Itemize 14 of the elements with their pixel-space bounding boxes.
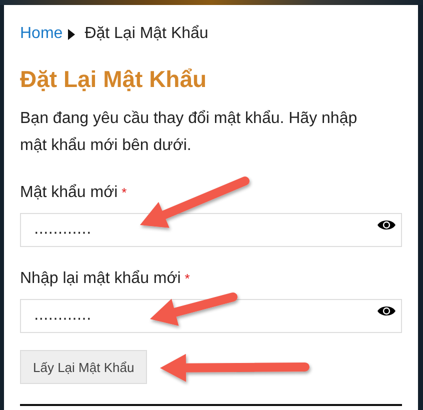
required-mark: * <box>184 270 190 288</box>
required-mark: * <box>122 184 127 202</box>
caret-icon <box>68 28 75 40</box>
eye-icon[interactable] <box>377 219 396 231</box>
submit-button[interactable]: Lấy Lại Mật Khẩu <box>20 350 148 384</box>
password-field[interactable]: ············ <box>20 213 402 247</box>
field-label: Nhập lại mật khẩu mới <box>20 269 181 289</box>
password-field[interactable]: ············ <box>20 299 402 333</box>
intro-text: Bạn đang yêu cầu thay đổi mật khẩu. Hãy nhập mật khẩu mới bên dưới. <box>20 109 358 156</box>
eye-icon[interactable] <box>377 305 396 317</box>
field-label: Mật khẩu mới <box>20 183 118 203</box>
page-title: Đặt Lại Mật Khẩu <box>20 65 208 93</box>
breadcrumb-current: Đặt Lại Mật Khẩu <box>84 25 208 43</box>
breadcrumb-link[interactable]: Home <box>20 25 63 43</box>
